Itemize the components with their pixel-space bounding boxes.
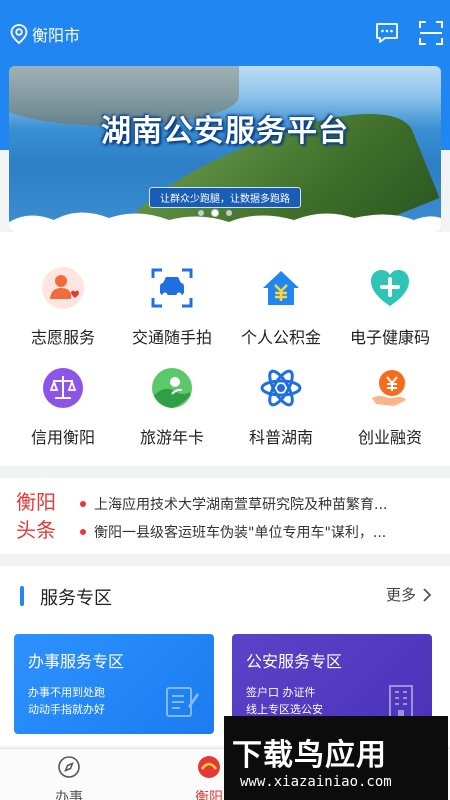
cloud-decoration [9,212,441,232]
finance-coin-icon [372,370,406,406]
service-volunteer[interactable]: 志愿服务 [7,266,119,348]
message-icon[interactable] [374,20,400,46]
housing-fund-icon [263,271,299,305]
service-grid: 志愿服务 交通随手拍 个人公积金 电子健康码 信用衡阳 旅游年卡 科普湖南 创业… [0,232,450,466]
service-label: 志愿服务 [30,328,95,347]
pagination-dot[interactable] [226,210,232,216]
health-code-icon [371,270,409,306]
pagination-dot-active[interactable] [212,210,218,216]
service-travel-card[interactable]: 旅游年卡 [116,366,228,448]
headline-item[interactable]: 上海应用技术大学湖南萱草研究院及种苗繁育... [80,494,440,514]
section-title: 服务专区 [40,588,112,609]
volunteer-icon [42,267,84,309]
headline-brand: 衡阳 头条 [16,490,56,542]
compass-icon [58,756,80,778]
more-link[interactable]: 更多 [386,584,434,605]
service-label: 个人公积金 [240,328,321,347]
banner-pagination [198,210,232,216]
location-selector[interactable]: 衡阳市 [10,22,80,46]
science-atom-icon [260,369,302,407]
headline-item[interactable]: 衡阳一县级客运班车伪装"单位专用车"谋利，... [80,522,440,542]
promo-banner[interactable]: 湖南公安服务平台 让群众少跑腿，让数据多跑路 [9,66,441,232]
card-title: 公安服务专区 [246,652,343,671]
tab-label: 办事 [55,790,83,800]
service-label: 科普湖南 [248,428,313,447]
service-label: 信用衡阳 [30,428,95,447]
travel-card-icon [152,368,192,408]
scan-icon[interactable] [418,20,444,46]
government-service-card[interactable]: 办事服务专区 办事不用到处跑 动动手指就办好 [14,634,214,734]
service-housing-fund[interactable]: 个人公积金 [225,266,337,348]
hengyang-logo-icon [198,756,220,778]
traffic-camera-icon [151,268,193,308]
watermark-overlay: 下载鸟应用 www.xiazainiao.com [224,716,448,800]
chevron-right-icon [423,587,432,602]
service-finance[interactable]: 创业融资 [334,366,446,448]
service-label: 旅游年卡 [139,428,204,447]
credit-scale-icon [43,368,83,408]
service-traffic-snapshot[interactable]: 交通随手拍 [116,266,228,348]
tab-office[interactable]: 办事 [24,755,114,800]
service-label: 交通随手拍 [131,328,212,347]
card-title: 办事服务专区 [28,652,125,671]
watermark-brand: 下载鸟应用 [232,738,387,773]
headline-ticker: 衡阳 头条 上海应用技术大学湖南萱草研究院及种苗繁育... 衡阳一县级客运班车伪… [0,478,450,554]
location-pin-icon [10,24,28,44]
watermark-url: www.xiazainiao.com [240,774,392,790]
banner-title: 湖南公安服务平台 [101,114,349,149]
service-health-code[interactable]: 电子健康码 [334,266,446,348]
service-label: 创业融资 [357,428,422,447]
service-science[interactable]: 科普湖南 [225,366,337,448]
service-credit[interactable]: 信用衡阳 [7,366,119,448]
pagination-dot[interactable] [198,210,204,216]
city-label: 衡阳市 [32,26,81,45]
document-edit-icon [166,687,199,717]
service-label: 电子健康码 [349,328,430,347]
police-building-icon [389,685,413,719]
